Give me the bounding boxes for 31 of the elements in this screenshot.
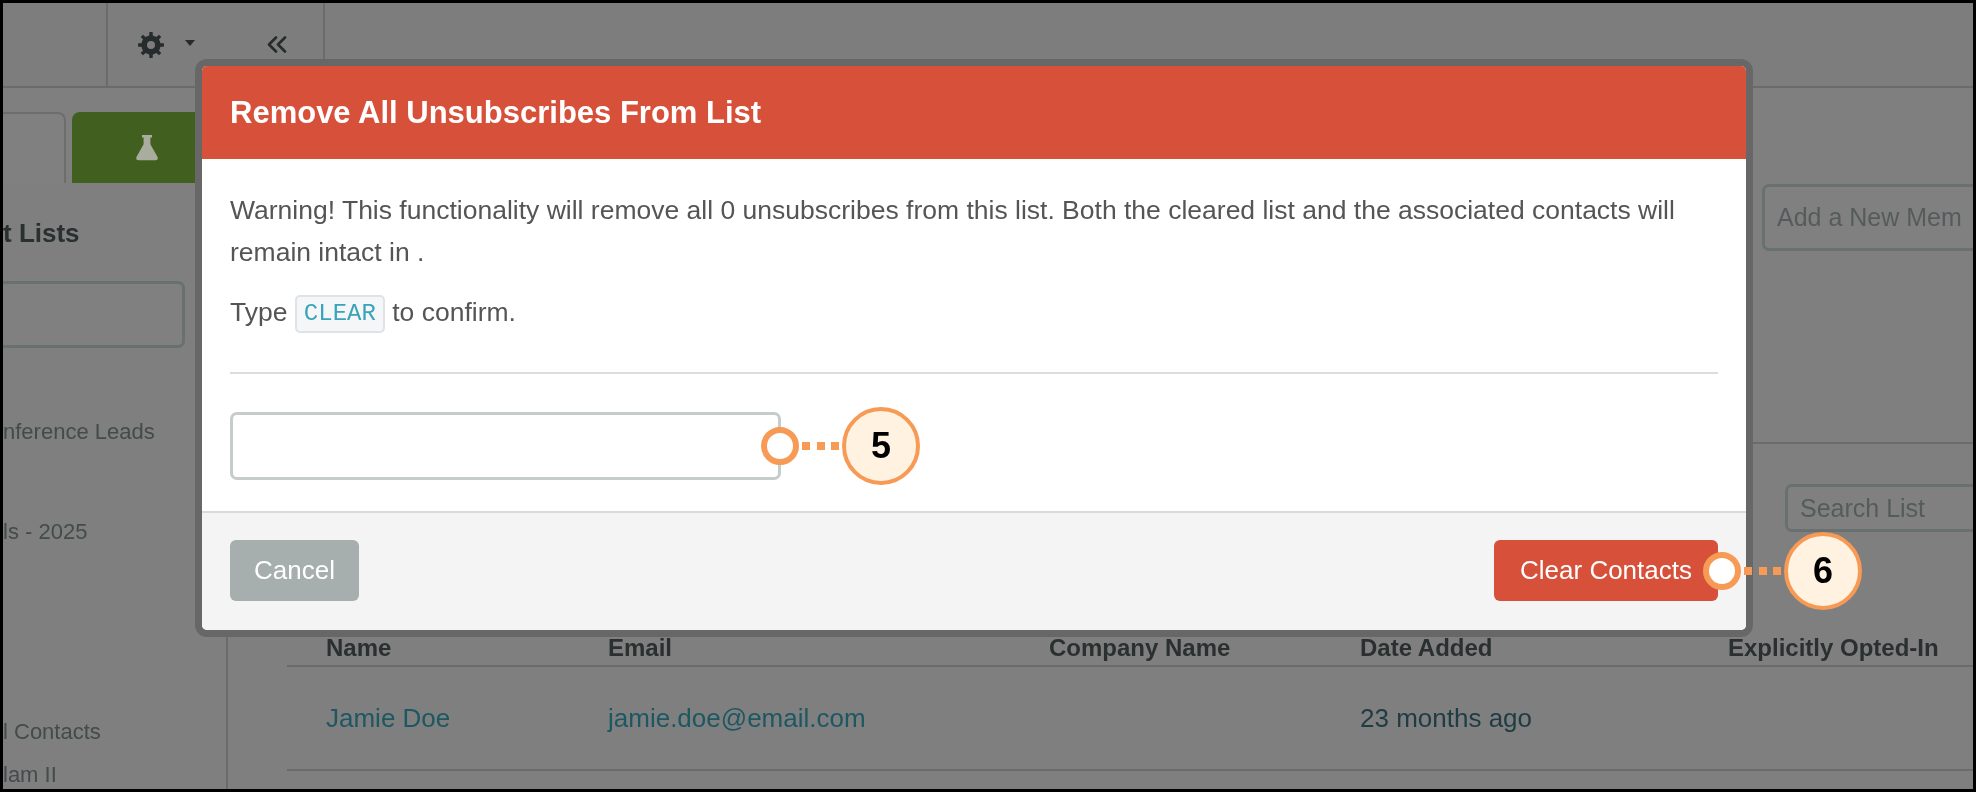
flask-icon	[136, 134, 158, 161]
list-item[interactable]: nference Leads	[3, 418, 155, 446]
warning-message: Warning! This functionality will remove all 0 unsubscribes from this list. Both the cleared list and the associated contacts will remain intact in .	[230, 194, 1676, 269]
list-subtitle: lam II	[3, 761, 57, 789]
table-cell: 23 months ago	[1360, 703, 1532, 733]
callout-number: 5	[842, 407, 920, 485]
sidebar-heading: t Lists	[3, 217, 81, 249]
clear-contacts-button[interactable]: Clear Contacts	[1494, 540, 1718, 601]
settings-menu-button[interactable]	[138, 31, 195, 58]
double-chevron-left-icon	[267, 36, 287, 53]
email-link[interactable]: jamie.doe@email.com	[608, 703, 866, 733]
column-header: Date Added	[1359, 636, 1494, 660]
settings-icon	[138, 31, 164, 58]
collapse-sidebar-button[interactable]	[267, 36, 287, 53]
ring-icon	[761, 427, 799, 465]
column-header: Explicitly Opted-In	[1727, 636, 1940, 660]
ring-icon	[1703, 551, 1741, 590]
callout-number: 6	[1784, 531, 1862, 610]
cancel-button[interactable]: Cancel	[230, 540, 359, 601]
confirm-instruction: Type CLEAR to confirm.	[230, 291, 1718, 333]
column-header: Name	[325, 636, 393, 660]
column-header: Email	[607, 636, 674, 660]
list-item[interactable]: l Contacts	[3, 718, 101, 746]
column-header: Company Name	[1048, 636, 1232, 660]
dialog-title: Remove All Unsubscribes From List	[230, 94, 762, 131]
confirm-keyword: CLEAR	[294, 295, 385, 333]
contact-name-link[interactable]: Jamie Doe	[326, 703, 451, 733]
caret-icon	[185, 39, 195, 46]
search-field[interactable]	[3, 281, 185, 348]
list-item[interactable]: ls - 2025	[3, 518, 88, 546]
confirm-input[interactable]	[230, 412, 781, 480]
